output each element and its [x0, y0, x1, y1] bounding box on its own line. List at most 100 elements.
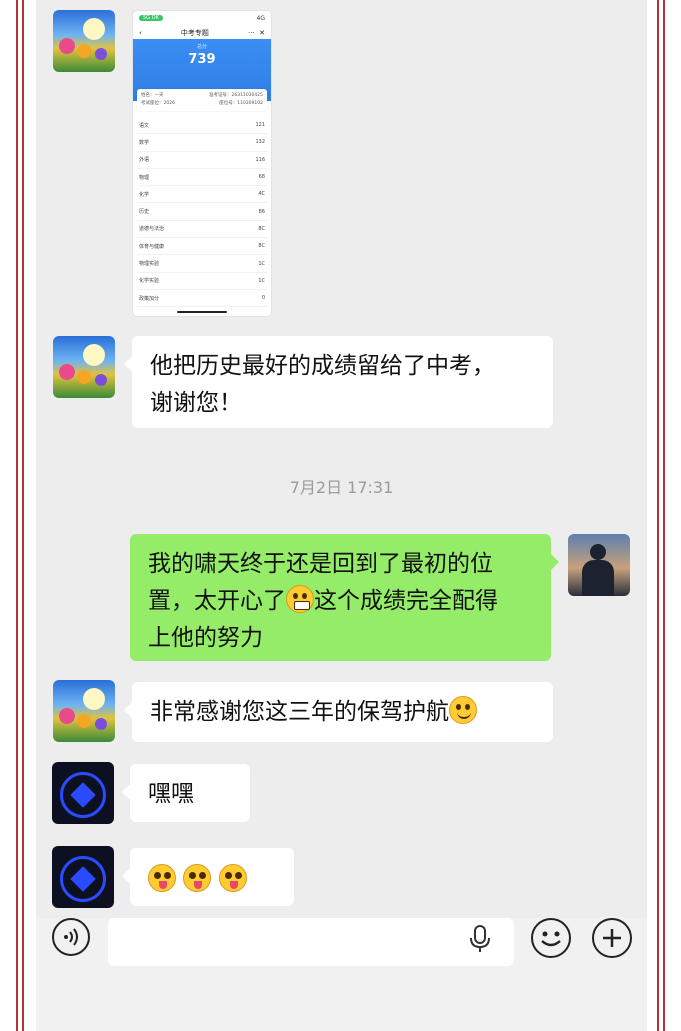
subject-row: 语文 121: [137, 117, 267, 135]
emoji-eye: [293, 593, 298, 599]
emoji-mouth: [457, 711, 471, 719]
subject-score: 86: [258, 208, 265, 215]
room-value: 110309102: [237, 101, 263, 106]
emoji-eye: [234, 872, 242, 879]
voice-button[interactable]: [52, 918, 90, 956]
message-bubble-self[interactable]: 我的啸天终于还是回到了最初的位 置，太开心了 这个成绩完全配得 上他的努力: [130, 534, 559, 661]
emoji-tongue: [159, 881, 167, 889]
voice-icon: [64, 928, 78, 946]
flower-petal: [83, 688, 105, 710]
plus-button[interactable]: [592, 918, 632, 958]
subject-score: 121: [255, 122, 265, 129]
flower-petal: [59, 708, 75, 724]
message-bubble[interactable]: [122, 848, 294, 906]
tongue-emoji-icon: [183, 864, 212, 892]
subject-score-list: 语文 121 数学 132 外语 116 物理 68 化学 4C 历史 86 道德与法治 8C…: [133, 117, 271, 308]
input-bar: [36, 918, 647, 1031]
message-text: 嘿嘿: [148, 781, 194, 807]
name-value: 一天: [154, 93, 164, 98]
message-bubble[interactable]: 他把历史最好的成绩留给了中考， 谢谢您！: [124, 336, 553, 428]
tongue-emoji-icon: [148, 864, 176, 892]
subject-row: 化学 4C: [137, 186, 267, 204]
microphone-icon[interactable]: [468, 924, 492, 954]
subject-row: 物理 68: [137, 169, 267, 187]
flower-petal: [95, 718, 107, 730]
seat-label: 考试座位：: [141, 101, 164, 106]
message-bubble[interactable]: 非常感谢您这三年的保驾护航: [124, 682, 553, 742]
avatar-self[interactable]: [568, 534, 630, 596]
avatar-flower[interactable]: [53, 10, 115, 72]
total-caption: 总分: [196, 44, 207, 50]
exam-id-label: 准考证号：: [209, 93, 232, 98]
emoji-eye: [224, 872, 232, 879]
avatar-flower[interactable]: [53, 336, 115, 398]
subject-name: 物理实验: [139, 261, 160, 268]
emoji-eye: [465, 704, 470, 710]
subject-name: 数学: [139, 139, 150, 146]
subject-name: 语文: [139, 122, 150, 129]
message-bubble[interactable]: 嘿嘿: [122, 764, 250, 822]
subject-name: 历史: [139, 209, 150, 216]
score-screenshot-image[interactable]: 5G OK 4G ‹ 中考专题 ··· ✕ 总分 739 姓名：一天 准考证号：…: [132, 10, 272, 317]
message-line: 我的啸天终于还是回到了最初的位: [148, 551, 493, 577]
flower-petal: [59, 364, 75, 380]
info-line: 姓名：一天 准考证号：26311030425: [141, 92, 263, 100]
message-text: 非常感谢您这三年的保驾护航: [150, 699, 449, 725]
screenshot-title: 中考专题: [180, 29, 209, 37]
flower-petal: [95, 374, 107, 386]
person-body: [582, 560, 614, 596]
flower-petal: [77, 714, 91, 728]
emoji-eye: [154, 872, 161, 879]
subject-score: 132: [255, 139, 265, 146]
tongue-emoji-icon: [218, 864, 247, 892]
more-icon: ···: [247, 29, 255, 37]
subject-score: 4C: [258, 191, 265, 198]
flower-petal: [59, 38, 75, 54]
message-line: 谢谢您！: [150, 390, 242, 416]
status-badge: 5G OK: [139, 15, 163, 21]
plus-icon: [603, 929, 621, 947]
subject-score: 116: [255, 156, 265, 163]
border-line-right-outer: [663, 0, 665, 1031]
subject-row: 化学实验 1C: [137, 273, 267, 290]
border-line-left-outer: [16, 0, 18, 1031]
subject-name: 体育与健康: [139, 243, 165, 250]
emoji-eye: [302, 593, 307, 599]
room-label: 座位号：: [219, 101, 238, 106]
close-icon: ✕: [259, 29, 265, 37]
seat-value: 2026: [163, 101, 175, 106]
message-line: 他把历史最好的成绩留给了中考，: [150, 353, 495, 379]
message-timestamp: 7月2日 17:31: [289, 478, 394, 497]
subject-row: 外语 116: [137, 152, 267, 169]
message-text: 置，太开心了: [148, 588, 286, 614]
subject-score: 1C: [258, 260, 265, 267]
subject-score: 68: [258, 174, 265, 181]
border-line-left-inner: [22, 0, 24, 1031]
subject-name: 物理: [139, 174, 150, 181]
subject-row: 道德与法治 8C: [137, 221, 267, 239]
screenshot-status-bar: 5G OK 4G: [133, 11, 271, 25]
flower-petal: [77, 44, 91, 58]
emoji-tongue: [194, 881, 203, 889]
subject-row: 政策加分 0: [137, 290, 267, 308]
subject-row: 体育与健康 8C: [137, 238, 267, 256]
message-input[interactable]: [108, 918, 514, 966]
emoji-eye: [199, 872, 207, 879]
subject-score: 1C: [258, 277, 265, 284]
avatar-flower[interactable]: [53, 680, 115, 742]
room-field: 座位号：110309102: [219, 100, 263, 108]
back-icon: ‹: [139, 29, 142, 37]
flower-petal: [83, 344, 105, 366]
total-score: 739: [188, 52, 216, 67]
avatar-blue[interactable]: [52, 762, 114, 824]
chat-area[interactable]: 5G OK 4G ‹ 中考专题 ··· ✕ 总分 739 姓名：一天 准考证号：…: [36, 0, 647, 1031]
subject-name: 化学: [139, 191, 150, 198]
message-line: 置，太开心了 这个成绩完全配得: [148, 583, 533, 620]
border-line-right-inner: [657, 0, 659, 1031]
grin-emoji-icon: [286, 585, 314, 613]
avatar-blue[interactable]: [52, 846, 114, 908]
emoji-button[interactable]: [531, 918, 571, 958]
message-line: 上他的努力: [148, 625, 263, 651]
person-silhouette: [590, 544, 606, 560]
subject-name: 外语: [139, 157, 150, 164]
